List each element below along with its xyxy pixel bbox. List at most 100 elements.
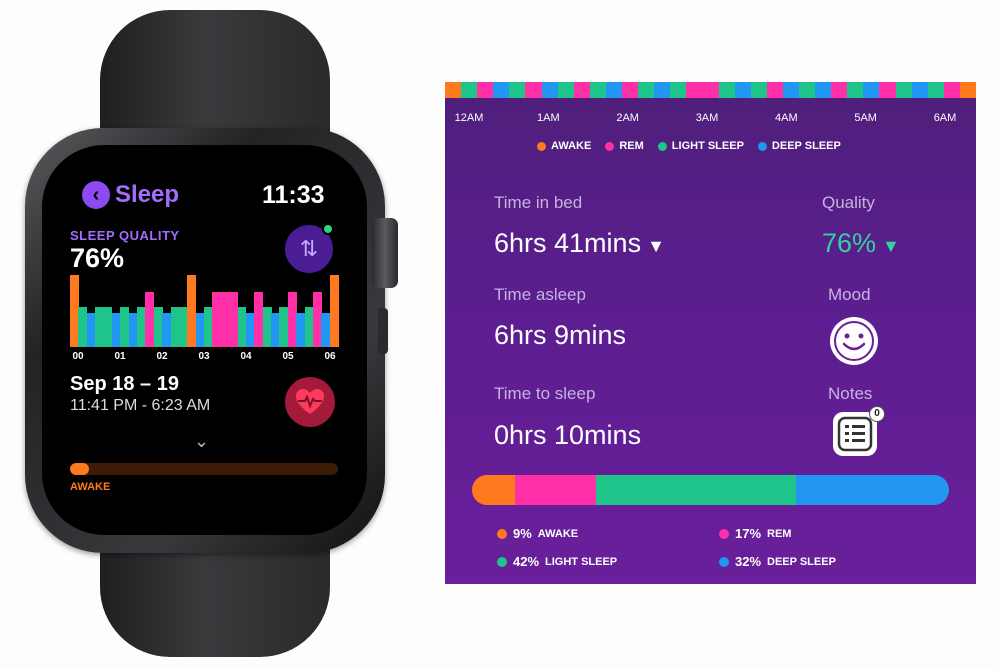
chart-tick-label: 02 bbox=[156, 351, 168, 362]
notes-label: Notes bbox=[828, 384, 873, 403]
timeline-segment-light bbox=[847, 82, 864, 98]
timeline-segment-light bbox=[895, 82, 913, 98]
awake-progress-bar bbox=[70, 463, 338, 475]
timeline-segment-deep bbox=[605, 82, 623, 98]
time-in-bed-value[interactable]: 6hrs 41mins ▼ bbox=[494, 228, 665, 259]
timeline-segment-light bbox=[638, 82, 655, 98]
timeline-segment-deep bbox=[911, 82, 929, 98]
app-title: Sleep bbox=[115, 181, 180, 208]
stage-label: REM bbox=[767, 527, 792, 540]
stage-legend: AWAKE REM LIGHT SLEEP DEEP SLEEP bbox=[537, 140, 841, 152]
stage-dot bbox=[719, 556, 729, 567]
sleep-stage-chart bbox=[70, 275, 339, 347]
timeline-segment-awake bbox=[445, 82, 462, 98]
stage-label: AWAKE bbox=[537, 527, 579, 540]
stage-bar-awake bbox=[329, 275, 339, 347]
notes-count-badge: 0 bbox=[869, 406, 885, 422]
stage-percentage-row: 32% DEEP SLEEP bbox=[719, 554, 836, 569]
chart-tick-labels: 00 01 02 03 04 05 06 bbox=[70, 351, 338, 365]
hour-labels: 12AM 1AM 2AM 3AM 4AM 5AM 6AM bbox=[445, 112, 976, 128]
quality-text: 76% bbox=[822, 228, 877, 258]
legend-dot bbox=[537, 141, 546, 151]
chart-tick-label: 05 bbox=[282, 351, 294, 362]
stage-percent: 42% bbox=[513, 554, 540, 569]
time-in-bed-label: Time in bed bbox=[494, 193, 583, 212]
timeline-segment-deep bbox=[863, 82, 880, 98]
timeline-segment-rem bbox=[622, 82, 639, 98]
stage-distribution-bar bbox=[472, 475, 949, 505]
time-to-sleep-value: 0hrs 10mins bbox=[494, 420, 642, 450]
date-range: Sep 18 – 19 bbox=[70, 373, 179, 395]
triangle-down-icon: ▼ bbox=[647, 236, 665, 256]
timeline-segment-deep bbox=[815, 82, 832, 98]
timeline-segment-rem bbox=[573, 82, 591, 98]
chart-tick-label: 01 bbox=[114, 351, 126, 362]
timeline-segment-deep bbox=[654, 82, 671, 98]
hour-label: 2AM bbox=[616, 112, 639, 124]
hour-label: 1AM bbox=[537, 112, 560, 124]
time-asleep-label: Time asleep bbox=[494, 285, 586, 304]
mood-label: Mood bbox=[828, 285, 871, 304]
timeline-segment-rem bbox=[477, 82, 494, 98]
distribution-segment bbox=[514, 475, 596, 505]
watch-clock: 11:33 bbox=[262, 181, 325, 209]
timeline-segment-light bbox=[750, 82, 768, 98]
stage-label: LIGHT SLEEP bbox=[545, 555, 618, 568]
timeline-segment-light bbox=[557, 82, 575, 98]
legend-dot bbox=[605, 141, 615, 151]
sleep-summary-panel: 12AM 1AM 2AM 3AM 4AM 5AM 6AM AWAKE REM LIGHT SLE… bbox=[445, 82, 976, 584]
stage-percentage-row: 17% REM bbox=[719, 526, 791, 541]
timeline-segment-deep bbox=[734, 82, 752, 98]
timeline-segment-rem bbox=[686, 82, 703, 98]
chart-tick-label: 06 bbox=[324, 351, 336, 362]
chevron-down-icon[interactable]: ⌄ bbox=[194, 431, 209, 452]
legend-label: LIGHT SLEEP bbox=[671, 140, 744, 152]
stage-percent: 32% bbox=[735, 554, 762, 569]
time-to-sleep-label: Time to sleep bbox=[494, 384, 596, 403]
timeline-segment-light bbox=[509, 82, 526, 98]
heart-rate-icon bbox=[296, 389, 324, 414]
quality-label: Quality bbox=[822, 193, 875, 212]
distribution-segment bbox=[472, 475, 515, 505]
distribution-segment bbox=[596, 475, 797, 505]
heart-rate-button[interactable] bbox=[285, 377, 335, 427]
chart-tick-label: 04 bbox=[240, 351, 252, 362]
stage-label: DEEP SLEEP bbox=[767, 555, 836, 568]
watch-screen: ‹ Sleep 11:33 SLEEP QUALITY 76% ⇅ 00 01 02… bbox=[42, 145, 367, 535]
timeline-segment-light bbox=[927, 82, 945, 98]
stage-dot bbox=[719, 528, 729, 539]
distribution-segment bbox=[796, 475, 949, 505]
timeline-segment-light bbox=[589, 82, 607, 98]
timeline-segment-rem bbox=[879, 82, 897, 98]
awake-progress-fill bbox=[70, 463, 89, 475]
side-button bbox=[378, 308, 388, 354]
hour-label: 3AM bbox=[695, 112, 719, 124]
quality-value[interactable]: 76% ▼ bbox=[822, 228, 900, 259]
timeline-segment-awake bbox=[959, 82, 976, 98]
timeline-segment-deep bbox=[782, 82, 800, 98]
stage-dot bbox=[497, 528, 507, 539]
timeline-segment-deep bbox=[541, 82, 559, 98]
stage-dot bbox=[497, 556, 507, 567]
hour-label: 4AM bbox=[775, 112, 798, 124]
chart-tick-label: 00 bbox=[72, 351, 84, 362]
legend-label: AWAKE bbox=[551, 140, 592, 152]
timeline-segment-rem bbox=[943, 82, 961, 98]
legend-label: DEEP SLEEP bbox=[771, 140, 841, 152]
awake-progress-label: AWAKE bbox=[70, 481, 111, 493]
legend-dot bbox=[657, 141, 667, 151]
legend-item: AWAKE bbox=[537, 140, 591, 152]
triangle-down-icon: ▼ bbox=[882, 236, 900, 256]
digital-crown bbox=[372, 218, 398, 288]
stage-percentage-row: 42% LIGHT SLEEP bbox=[497, 554, 617, 569]
status-dot bbox=[322, 223, 334, 235]
time-asleep-value: 6hrs 9mins bbox=[494, 320, 627, 350]
stage-percent: 17% bbox=[735, 526, 762, 541]
hour-label: 5AM bbox=[854, 112, 877, 124]
timeline-segment-light bbox=[718, 82, 736, 98]
time-in-bed-text: 6hrs 41mins bbox=[494, 228, 642, 258]
smiley-face-icon[interactable] bbox=[828, 315, 880, 367]
timeline-segment-light bbox=[670, 82, 687, 98]
timeline-segment-light bbox=[799, 82, 816, 98]
back-button[interactable]: ‹ bbox=[82, 181, 110, 209]
